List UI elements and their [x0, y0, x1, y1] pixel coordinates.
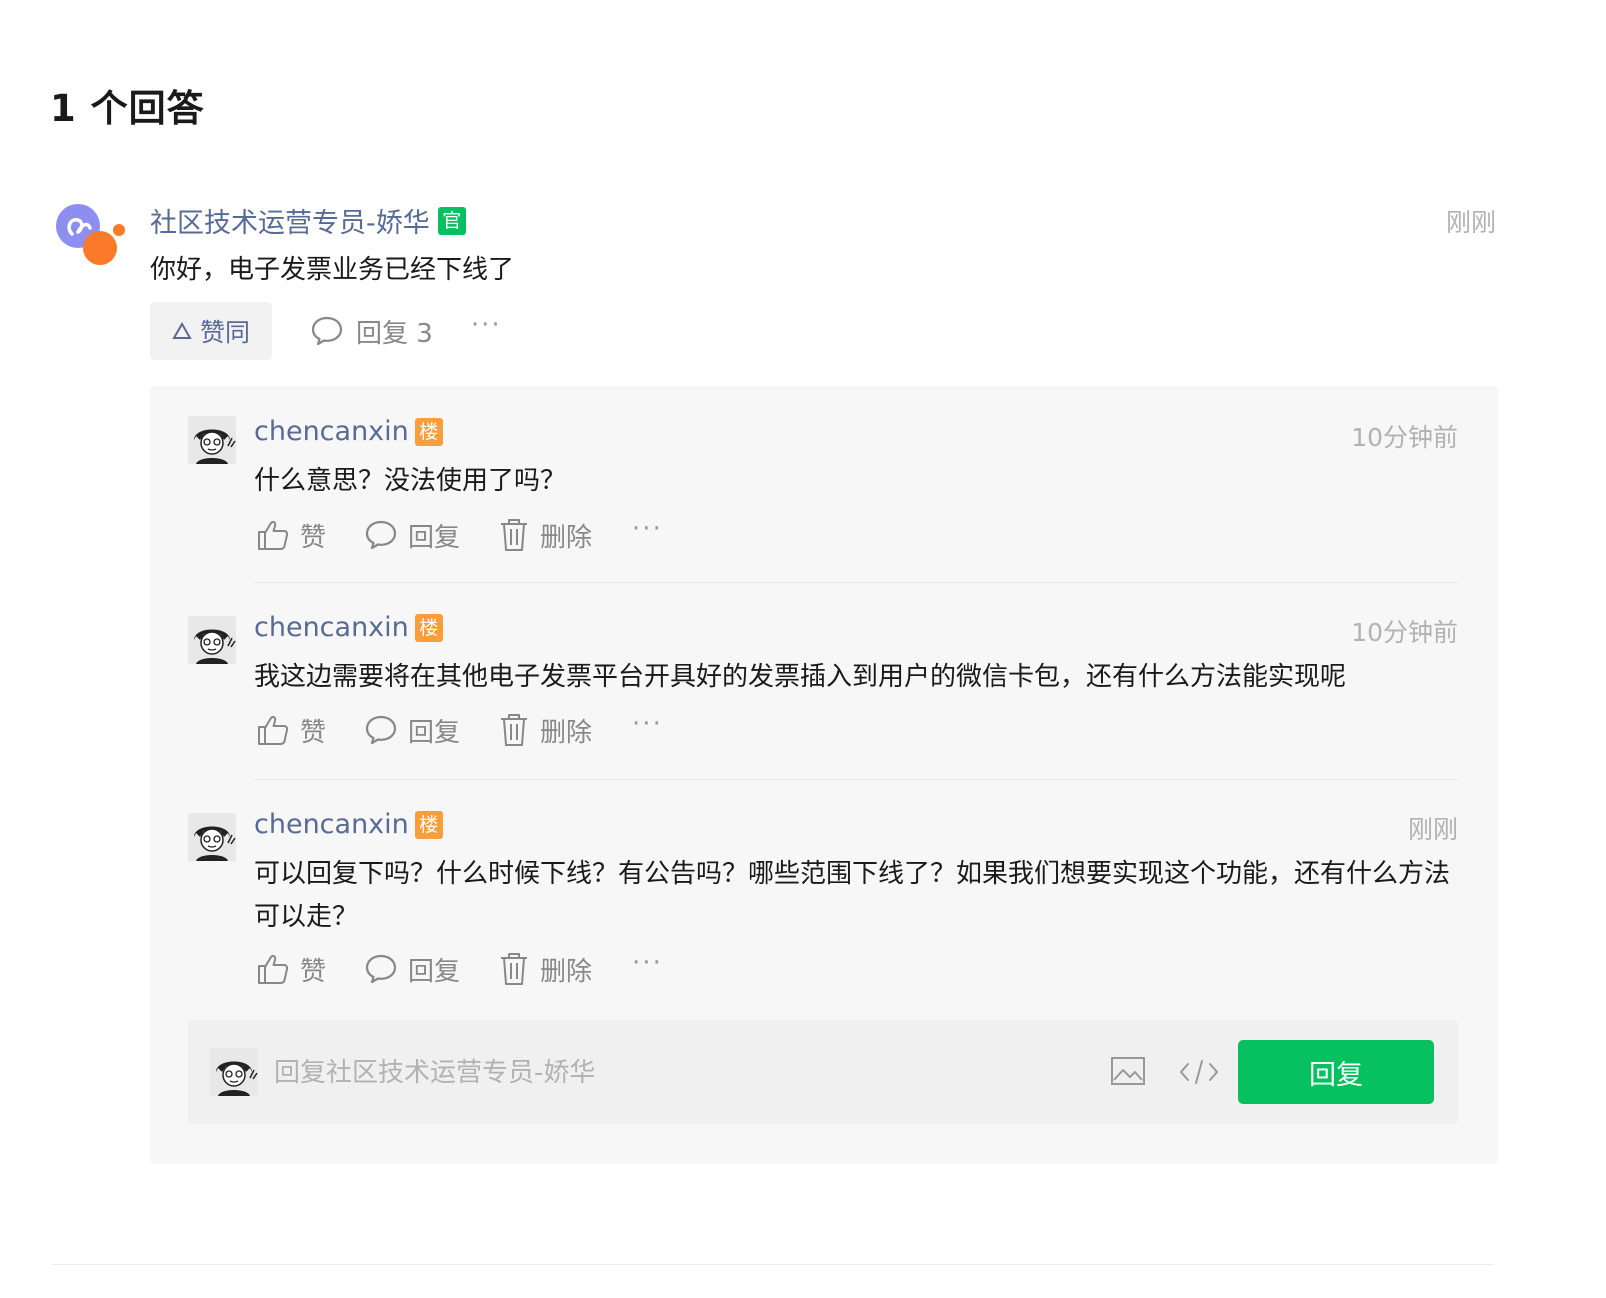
- delete-button[interactable]: 删除: [498, 712, 592, 749]
- reply-button[interactable]: 回复: [364, 951, 460, 988]
- reply-composer: 回复: [188, 1020, 1458, 1124]
- thumbs-up-icon: [258, 955, 289, 984]
- like-button[interactable]: 赞: [256, 951, 326, 988]
- replies-panel: chencanxin 楼 10分钟前 什么意思？没法使用了吗？ 赞 回复 删除 …: [150, 386, 1498, 1164]
- thumbs-up-icon: [258, 716, 289, 745]
- comment-icon: [365, 715, 397, 745]
- comment-icon: [311, 316, 343, 346]
- reply-count-label: 回复 3: [356, 318, 433, 349]
- reply-author-label[interactable]: chencanxin: [254, 416, 409, 447]
- reply-author-label[interactable]: chencanxin: [254, 612, 409, 643]
- answer-actions: 赞同 回复 3 ···: [150, 302, 502, 360]
- reply-time: 刚刚: [1407, 815, 1458, 844]
- trash-icon: [501, 953, 528, 985]
- reply-content: 我这边需要将在其他电子发票平台开具好的发票插入到用户的微信卡包，还有什么方法能实…: [254, 662, 1347, 692]
- reply-author-label[interactable]: chencanxin: [254, 809, 409, 840]
- like-label: 赞: [300, 717, 327, 748]
- answer-author-name[interactable]: 社区技术运营专员-娇华 官: [150, 201, 466, 240]
- thumbs-up-icon: [258, 521, 289, 550]
- comment-icon: [365, 954, 397, 984]
- reply-count-button[interactable]: 回复 3: [310, 313, 433, 350]
- answer-author-avatar[interactable]: [52, 200, 130, 278]
- reply-author-avatar[interactable]: [188, 616, 236, 664]
- answer-content: 你好，电子发票业务已经下线了: [150, 255, 515, 285]
- triangle-up-icon: [172, 322, 192, 339]
- answers-count-title: 1 个回答: [50, 87, 205, 130]
- floor-badge: 楼: [414, 613, 443, 642]
- floor-badge: 楼: [414, 417, 443, 446]
- reply-author-name[interactable]: chencanxin 楼: [254, 612, 443, 643]
- delete-button[interactable]: 删除: [498, 951, 592, 988]
- reply-label: 回复: [408, 717, 461, 748]
- submit-reply-button[interactable]: 回复: [1238, 1040, 1434, 1104]
- floor-badge: 楼: [414, 810, 443, 839]
- delete-label: 删除: [540, 522, 593, 553]
- reply-actions: 赞 回复 删除 ···: [256, 948, 663, 989]
- reply-button[interactable]: 回复: [364, 712, 460, 749]
- reply-content: 可以回复下吗？什么时候下线？有公告吗？哪些范围下线了？如果我们想要实现这个功能，…: [254, 859, 1451, 932]
- reply-divider: [254, 779, 1458, 780]
- reply-time: 10分钟前: [1351, 423, 1458, 452]
- reply-author-avatar[interactable]: [188, 813, 236, 861]
- trash-icon: [501, 519, 528, 551]
- answer-more-button[interactable]: ···: [471, 310, 502, 340]
- delete-button[interactable]: 删除: [498, 517, 592, 554]
- like-button[interactable]: 赞: [256, 517, 326, 554]
- agree-button[interactable]: 赞同: [150, 302, 273, 360]
- reply-more-button[interactable]: ···: [632, 514, 663, 544]
- delete-label: 删除: [540, 717, 593, 748]
- reply-actions: 赞 回复 删除 ···: [256, 709, 663, 750]
- code-icon[interactable]: [1178, 1058, 1220, 1086]
- reply-label: 回复: [408, 956, 461, 987]
- reply-more-button[interactable]: ···: [632, 948, 663, 978]
- like-label: 赞: [300, 956, 327, 987]
- trash-icon: [501, 714, 528, 746]
- reply-label: 回复: [408, 522, 461, 553]
- answer-author-label[interactable]: 社区技术运营专员-娇华: [150, 201, 430, 240]
- reply-more-button[interactable]: ···: [632, 709, 663, 739]
- reply-author-name[interactable]: chencanxin 楼: [254, 416, 443, 447]
- reply-input[interactable]: [272, 1050, 1076, 1096]
- agree-label: 赞同: [200, 318, 251, 347]
- reply-content: 什么意思？没法使用了吗？: [254, 466, 567, 496]
- image-icon[interactable]: [1110, 1056, 1146, 1086]
- like-label: 赞: [300, 522, 327, 553]
- current-user-avatar: [210, 1048, 258, 1096]
- reply-time: 10分钟前: [1351, 618, 1458, 647]
- reply-actions: 赞 回复 删除 ···: [256, 514, 663, 555]
- reply-author-avatar[interactable]: [188, 416, 236, 464]
- reply-button[interactable]: 回复: [364, 517, 460, 554]
- reply-author-name[interactable]: chencanxin 楼: [254, 809, 443, 840]
- delete-label: 删除: [540, 956, 593, 987]
- answer-time: 刚刚: [1445, 208, 1496, 237]
- section-divider: [52, 1264, 1494, 1265]
- comment-icon: [365, 520, 397, 550]
- like-button[interactable]: 赞: [256, 712, 326, 749]
- official-badge: 官: [437, 206, 466, 235]
- reply-divider: [254, 582, 1458, 583]
